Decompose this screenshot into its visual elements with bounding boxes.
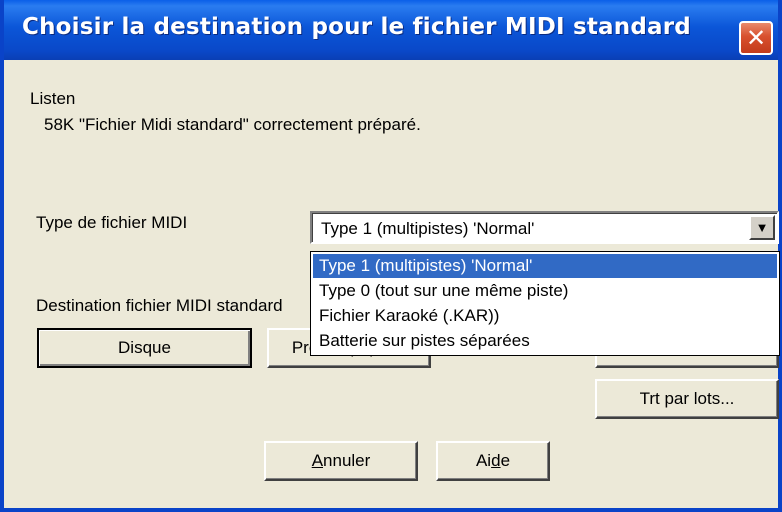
title-bar[interactable]: Choisir la destination pour le fichier M… [4,0,778,60]
dropdown-option[interactable]: Type 1 (multipistes) 'Normal' [313,254,777,278]
help-label-after: e [500,451,511,470]
midi-type-dropdown-list[interactable]: Type 1 (multipistes) 'Normal' Type 0 (to… [310,251,780,356]
midi-type-label: Type de fichier MIDI [36,213,188,232]
close-button[interactable]: ✕ [739,21,773,55]
song-name-label: Listen [30,89,76,108]
cancel-button[interactable]: Annuler [264,441,418,481]
dropdown-option[interactable]: Type 0 (tout sur une même piste) [313,279,777,303]
dropdown-option[interactable]: Batterie sur pistes séparées [313,329,777,353]
help-button[interactable]: Aide [436,441,550,481]
disk-button[interactable]: Disque [37,328,252,368]
help-label-before: Ai [475,451,492,470]
chevron-down-icon: ▼ [755,220,769,235]
cancel-mnemonic: A [311,451,324,470]
help-mnemonic: d [491,451,501,470]
cancel-label-rest: nnuler [323,451,371,470]
status-text: 58K "Fichier Midi standard" correctement… [44,115,421,134]
window-title: Choisir la destination pour le fichier M… [22,14,691,40]
dialog-window: Choisir la destination pour le fichier M… [0,0,782,512]
destination-label: Destination fichier MIDI standard [36,296,283,315]
batch-button[interactable]: Trt par lots... [595,379,779,419]
close-icon: ✕ [745,24,767,52]
midi-type-selected-value: Type 1 (multipistes) 'Normal' [321,219,535,238]
midi-type-select[interactable]: Type 1 (multipistes) 'Normal' ▼ [310,211,779,244]
dropdown-option[interactable]: Fichier Karaoké (.KAR)) [313,304,777,328]
dropdown-button[interactable]: ▼ [749,215,775,240]
